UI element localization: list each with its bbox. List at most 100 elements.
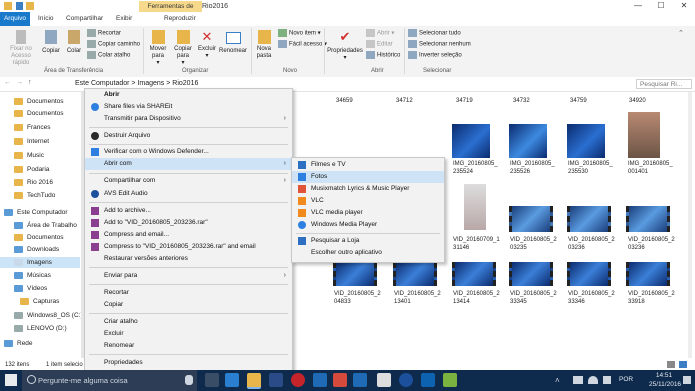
nav-item[interactable]: Podaria (14, 164, 49, 175)
copy-button[interactable]: Copiar (40, 30, 62, 55)
video-thumbnail[interactable] (626, 206, 670, 232)
submenu-item-wmp[interactable]: Windows Media Player (292, 219, 377, 231)
video-thumbnail[interactable] (626, 262, 670, 286)
delete-button[interactable]: ✕ Excluir ▾ (197, 30, 217, 60)
file-thumbnail[interactable] (628, 112, 660, 158)
video-thumbnail[interactable] (567, 262, 611, 286)
photos-taskbar-icon[interactable] (421, 373, 435, 387)
tab-inicio[interactable]: Início (34, 13, 58, 25)
menu-item-avs[interactable]: AVS Edit Audio (85, 188, 148, 200)
nav-item[interactable]: Área de Trabalho (14, 220, 77, 231)
file-label[interactable]: VID_20160805_233918 (628, 290, 676, 306)
avs-taskbar-icon[interactable] (399, 373, 413, 387)
app-taskbar-icon[interactable] (443, 373, 457, 387)
tab-compartilhar[interactable]: Compartilhar (62, 13, 107, 25)
task-view-icon[interactable] (205, 373, 219, 387)
new-folder-qa-icon[interactable] (26, 2, 34, 10)
file-label[interactable]: 34732 (513, 97, 561, 105)
file-thumbnail[interactable] (567, 124, 605, 158)
paste-button[interactable]: Colar (63, 30, 85, 55)
submenu-item-store[interactable]: Pesquisar a Loja (292, 235, 359, 247)
properties-qa-icon[interactable] (16, 2, 23, 10)
new-item-button[interactable]: Novo item ▾ (278, 29, 321, 39)
menu-item-restore[interactable]: Restaurar versões anteriores (85, 253, 188, 265)
file-label[interactable]: 34712 (396, 97, 444, 105)
invert-selection-button[interactable]: Inverter seleção (408, 51, 462, 61)
menu-item-share-with[interactable]: Compartilhar com › (85, 175, 290, 187)
nav-item[interactable]: Vídeos (14, 283, 47, 294)
close-button[interactable]: ✕ (673, 0, 695, 12)
edge-icon[interactable] (225, 373, 239, 387)
select-none-button[interactable]: Selecionar nenhum (408, 40, 471, 50)
select-all-button[interactable]: Selecionar tudo (408, 29, 461, 39)
file-label[interactable]: 34920 (629, 97, 677, 105)
menu-item-compress-rar-email[interactable]: Compress to "VID_20160805_203236.rar" an… (85, 241, 256, 253)
nav-item[interactable]: Documentos (14, 232, 64, 243)
video-thumbnail[interactable] (509, 206, 553, 232)
nav-item[interactable]: Documentos (14, 108, 64, 119)
menu-item-shareit[interactable]: Share files via SHAREit (85, 101, 172, 113)
back-icon[interactable]: ← (4, 79, 11, 86)
language-indicator[interactable]: POR (619, 376, 633, 383)
video-thumbnail[interactable] (333, 262, 377, 286)
file-label[interactable]: 34759 (570, 97, 618, 105)
menu-item-abrir[interactable]: Abrir (85, 89, 120, 101)
move-to-button[interactable]: Mover para ▾ (146, 30, 170, 67)
nav-item[interactable]: Documentos (14, 96, 64, 107)
file-label[interactable]: VID_20160805_213401 (394, 290, 442, 306)
file-label[interactable]: VID_20160709_131146 (453, 236, 501, 252)
search-input[interactable]: Pesquisar Ri... (636, 79, 692, 89)
file-label[interactable]: VID_20160805_203235 (510, 236, 558, 252)
content-scrollbar[interactable] (688, 92, 692, 358)
submenu-item-vlc-player[interactable]: VLC media player (292, 207, 363, 219)
nav-item[interactable]: Frances (14, 122, 50, 133)
video-thumbnail[interactable] (393, 262, 437, 286)
menu-item-destroy[interactable]: Destruir Arquivo (85, 130, 150, 142)
file-thumbnail[interactable] (452, 124, 490, 158)
paste-shortcut-button[interactable]: Colar atalho (87, 51, 130, 61)
file-label[interactable]: VID_20160805_203236 (628, 236, 676, 252)
nav-item[interactable]: Rio 2016 (14, 177, 53, 188)
easy-access-button[interactable]: Fácil acesso ▾ (278, 40, 327, 50)
video-thumbnail[interactable] (509, 262, 553, 286)
menu-item-create-shortcut[interactable]: Criar atalho (85, 316, 138, 328)
file-thumbnail[interactable] (464, 184, 486, 230)
file-label[interactable]: 34659 (336, 97, 384, 105)
wifi-icon[interactable] (588, 376, 598, 384)
store-taskbar-icon[interactable] (269, 373, 283, 387)
collapse-ribbon-icon[interactable]: ⌃ (678, 29, 684, 37)
file-label[interactable]: IMG_20160805_235524 (453, 160, 501, 176)
new-folder-button[interactable]: Nova pasta (253, 30, 275, 60)
tab-exibir[interactable]: Exibir (112, 13, 136, 25)
menu-item-rename[interactable]: Renomear (85, 340, 134, 352)
copy-path-button[interactable]: Copiar caminho (87, 40, 140, 50)
menu-item-cast[interactable]: Transmitir para Dispositivo › (85, 113, 290, 125)
nav-item[interactable]: Windows8_OS (C:) (14, 310, 83, 321)
nav-item[interactable]: Internet (14, 136, 49, 147)
maximize-button[interactable]: ☐ (650, 0, 672, 12)
battery-icon[interactable] (573, 376, 583, 384)
menu-item-add-archive[interactable]: Add to archive... (85, 205, 151, 217)
cut-button[interactable]: Recortar (87, 29, 121, 39)
menu-item-delete[interactable]: Excluir (85, 328, 124, 340)
pin-quick-access-button[interactable]: Fixar no Acesso rápido (4, 30, 38, 67)
menu-item-abrir-com[interactable]: Abrir com › (85, 158, 290, 170)
menu-item-compress-email[interactable]: Compress and email... (85, 229, 169, 241)
outlook-icon[interactable] (353, 373, 367, 387)
submenu-item-fotos[interactable]: Fotos (292, 171, 327, 183)
nav-item[interactable]: Music (14, 150, 44, 161)
file-label[interactable]: VID_20160805_233346 (568, 290, 616, 306)
file-label[interactable]: 34719 (456, 97, 504, 105)
minimize-button[interactable]: — (627, 0, 649, 12)
show-hidden-icons-icon[interactable]: ˄ (555, 376, 560, 385)
file-thumbnail[interactable] (509, 124, 547, 158)
edit-button[interactable]: Editar (366, 40, 393, 50)
open-button[interactable]: Abrir ▾ (366, 29, 394, 39)
file-label[interactable]: VID_20160805_233345 (510, 290, 558, 306)
rename-button[interactable]: Renomear (218, 30, 248, 55)
snipping-tool-icon[interactable] (377, 373, 391, 387)
windows-start-icon[interactable] (5, 374, 17, 386)
menu-item-cut[interactable]: Recortar (85, 287, 129, 299)
file-explorer-icon[interactable] (247, 373, 261, 389)
taskbar-search-input[interactable]: Pergunte-me alguma coisa (22, 370, 197, 391)
